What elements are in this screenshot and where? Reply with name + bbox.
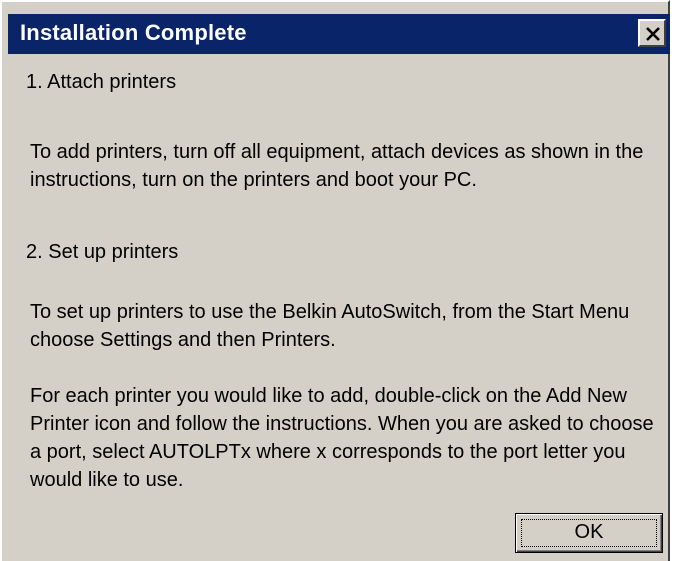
close-x-icon: [646, 27, 660, 41]
close-button[interactable]: [638, 19, 666, 47]
step2-detail-text: For each printer you would like to add, …: [30, 385, 654, 491]
step1-text: To add printers, turn off all equipment,…: [30, 141, 644, 191]
step2-text: To set up printers to use the Belkin Aut…: [30, 301, 630, 351]
step1-heading: 1. Attach printers: [26, 71, 177, 93]
dialog-title: Installation Complete: [20, 20, 247, 45]
title-bar[interactable]: Installation Complete: [8, 14, 670, 54]
ok-button[interactable]: OK: [515, 513, 663, 553]
ok-button-label: OK: [574, 521, 604, 543]
installation-complete-dialog: Installation Complete 1. Attach printers…: [0, 0, 670, 561]
step2-heading: 2. Set up printers: [26, 241, 179, 263]
